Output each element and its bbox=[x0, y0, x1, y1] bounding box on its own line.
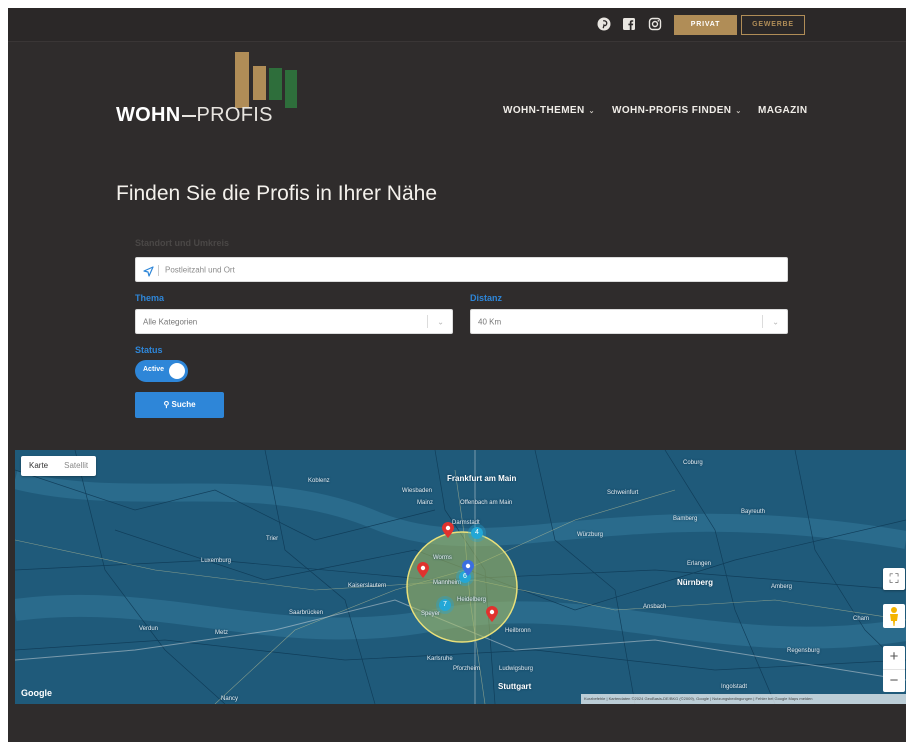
city-label: Mainz bbox=[417, 500, 434, 506]
city-label: Heilbronn bbox=[505, 628, 531, 634]
city-label: Pforzheim bbox=[453, 666, 481, 672]
city-label: Ansbach bbox=[643, 604, 667, 610]
page: PRIVAT GEWERBE WOHN PROFIS WOHN-THEMEN ⌄ W… bbox=[8, 8, 906, 742]
city-label: Amberg bbox=[771, 584, 793, 590]
city-label: Coburg bbox=[683, 460, 703, 466]
privat-button[interactable]: PRIVAT bbox=[674, 15, 737, 35]
map-cluster[interactable]: 4 bbox=[468, 524, 486, 542]
city-label: Luxemburg bbox=[201, 558, 232, 564]
city-label: Offenbach am Main bbox=[460, 500, 513, 506]
location-input[interactable]: Postleitzahl und Ort bbox=[135, 257, 788, 282]
city-label: Regensburg bbox=[787, 648, 820, 654]
nav-label: WOHN-THEMEN bbox=[503, 105, 585, 116]
city-label: Saarbrücken bbox=[289, 610, 324, 616]
map-pin-icon[interactable] bbox=[417, 562, 429, 578]
fullscreen-icon[interactable]: ⛶ bbox=[883, 568, 905, 590]
location-arrow-icon bbox=[143, 264, 154, 282]
status-toggle-label: Active bbox=[143, 366, 165, 373]
search-icon: ⚲ bbox=[163, 400, 170, 409]
chevron-down-icon: ⌄ bbox=[735, 108, 742, 115]
city-label: Nürnberg bbox=[677, 578, 713, 587]
city-label: Worms bbox=[433, 555, 452, 561]
city-label: Ludwigsburg bbox=[499, 666, 534, 672]
map-cluster[interactable]: 7 bbox=[436, 596, 454, 614]
nav-item-wohn-profis-finden[interactable]: WOHN-PROFIS FINDEN ⌄ bbox=[612, 105, 742, 116]
city-label: Bayreuth bbox=[741, 509, 766, 515]
city-label: Heidelberg bbox=[457, 597, 487, 603]
map-pin-icon[interactable] bbox=[442, 522, 454, 538]
search-button-label: Suche bbox=[171, 400, 196, 409]
chevron-down-icon: ⌄ bbox=[772, 317, 779, 326]
street-view-pegman-icon[interactable] bbox=[883, 604, 905, 628]
pinterest-icon[interactable] bbox=[597, 17, 611, 31]
distance-value: 40 Km bbox=[478, 317, 502, 326]
city-label: Speyer bbox=[421, 611, 441, 617]
status-toggle[interactable]: Active bbox=[135, 360, 188, 382]
facebook-icon[interactable] bbox=[622, 17, 636, 31]
city-label: Stuttgart bbox=[498, 682, 532, 691]
map-type-control: Karte Satellit bbox=[21, 456, 97, 476]
page-title: Finden Sie die Profis in Ihrer Nähe bbox=[116, 182, 437, 205]
status-label: Status bbox=[135, 345, 163, 355]
select-divider bbox=[762, 315, 763, 328]
city-label: Karlsruhe bbox=[427, 656, 453, 662]
map-pin-icon[interactable] bbox=[462, 560, 474, 576]
distance-label: Distanz bbox=[470, 293, 503, 303]
search-button[interactable]: ⚲ Suche bbox=[135, 392, 224, 418]
theme-label: Thema bbox=[135, 293, 165, 303]
map-type-satellit[interactable]: Satellit bbox=[56, 456, 96, 476]
city-label: Ingolstadt bbox=[721, 684, 748, 690]
city-label: Cham bbox=[853, 616, 870, 622]
map-pin-icon[interactable] bbox=[486, 606, 498, 622]
nav-item-wohn-themen[interactable]: WOHN-THEMEN ⌄ bbox=[503, 105, 595, 116]
map-type-karte[interactable]: Karte bbox=[21, 456, 56, 476]
input-divider bbox=[158, 265, 159, 276]
theme-value: Alle Kategorien bbox=[143, 317, 198, 326]
nav-item-magazin[interactable]: MAGAZIN bbox=[758, 105, 807, 116]
distance-select[interactable]: 40 Km ⌄ bbox=[470, 309, 788, 334]
city-label: Verdun bbox=[139, 626, 159, 632]
city-label: Metz bbox=[215, 630, 229, 636]
zoom-control: + − bbox=[883, 646, 905, 692]
map-attribution[interactable]: Kurzbefehle | Kartendaten ©2024 GeoBasis… bbox=[581, 694, 906, 704]
select-divider bbox=[427, 315, 428, 328]
gewerbe-button[interactable]: GEWERBE bbox=[741, 15, 805, 35]
zoom-out-button[interactable]: − bbox=[883, 669, 905, 692]
logo-wordmark-bold: WOHN bbox=[116, 104, 181, 126]
logo[interactable]: WOHN PROFIS bbox=[116, 48, 306, 128]
location-label: Standort und Umkreis bbox=[135, 238, 230, 248]
map[interactable]: Karte Satellit Frankfurt am Main Mannhei… bbox=[15, 450, 906, 704]
city-label: Wiesbaden bbox=[402, 488, 433, 494]
chevron-down-icon: ⌄ bbox=[437, 317, 444, 326]
top-bar: PRIVAT GEWERBE bbox=[8, 8, 906, 42]
city-label: Erlangen bbox=[687, 561, 712, 567]
logo-wordmark: WOHN PROFIS bbox=[116, 104, 273, 127]
location-placeholder: Postleitzahl und Ort bbox=[165, 265, 235, 274]
instagram-icon[interactable] bbox=[648, 17, 662, 31]
theme-select[interactable]: Alle Kategorien ⌄ bbox=[135, 309, 453, 334]
city-label: Schweinfurt bbox=[607, 490, 639, 496]
city-label: Bamberg bbox=[673, 516, 698, 522]
logo-dash bbox=[181, 114, 196, 117]
google-logo: Google bbox=[21, 688, 52, 698]
city-label: Kaiserslautern bbox=[348, 583, 387, 589]
nav-label: MAGAZIN bbox=[758, 105, 808, 116]
toggle-knob bbox=[169, 363, 185, 379]
chevron-down-icon: ⌄ bbox=[588, 108, 595, 115]
zoom-in-button[interactable]: + bbox=[883, 646, 905, 669]
city-label: Frankfurt am Main bbox=[447, 474, 517, 483]
nav-label: WOHN-PROFIS FINDEN bbox=[612, 105, 732, 116]
city-label: Koblenz bbox=[308, 478, 330, 484]
city-label: Würzburg bbox=[577, 532, 604, 538]
logo-wordmark-light: PROFIS bbox=[196, 104, 273, 126]
city-label: Trier bbox=[266, 536, 279, 542]
city-label: Nancy bbox=[221, 696, 239, 702]
